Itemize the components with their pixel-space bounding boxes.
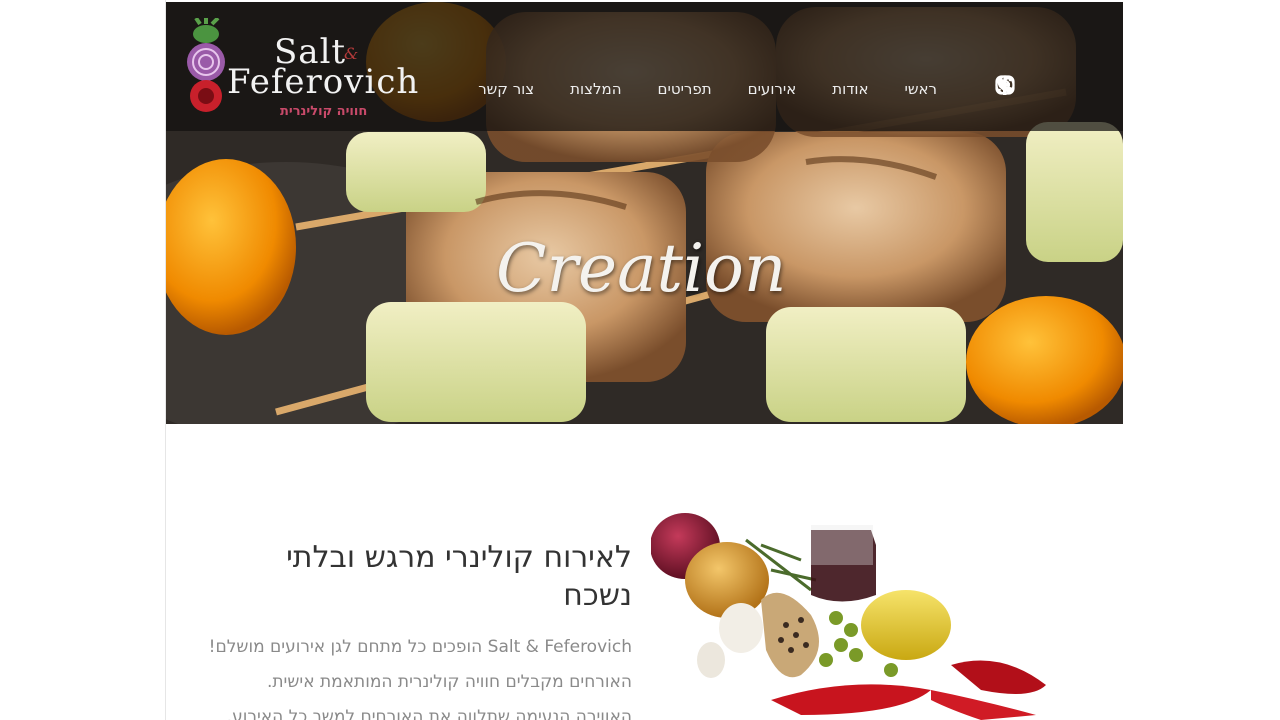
hero-banner: Creation Salt & Feferovich חוויה קולינרי… (166, 2, 1123, 424)
onion-icon (187, 18, 225, 112)
nav-item-home[interactable]: ראשי (905, 80, 937, 104)
nav-item-events[interactable]: אירועים (748, 80, 797, 104)
intro-text: Salt & Feferovich הופכים כל מתחם לגן איר… (178, 630, 632, 720)
whatsapp-icon[interactable] (995, 75, 1109, 98)
hero-title: Creation (496, 230, 787, 307)
main-nav: ראשי אודות אירועים תפריטים המלצות צור קש… (478, 80, 937, 104)
nav-item-contact[interactable]: צור קשר (478, 80, 534, 104)
intro-paragraph: האורחים מקבלים חוויה קולינרית המותאמת אי… (266, 672, 632, 692)
header-bar: Salt & Feferovich חוויה קולינרית ראשי או… (166, 2, 1123, 131)
social-links (994, 74, 1109, 100)
logo-text-amp: & (344, 44, 359, 63)
instagram-icon[interactable] (995, 75, 1047, 98)
nav-item-recommendations[interactable]: המלצות (570, 80, 621, 104)
intro-heading: לאירוח קולינרי מרגש ובלתי נשכח (286, 539, 632, 613)
logo[interactable]: Salt & Feferovich חוויה קולינרית (182, 18, 418, 119)
intro-paragraph: Salt & Feferovich הופכים כל מתחם לגן איר… (208, 637, 632, 657)
logo-subtitle: חוויה קולינרית (280, 104, 368, 119)
page: Creation Salt & Feferovich חוויה קולינרי… (165, 0, 1123, 720)
facebook-icon[interactable] (994, 76, 1016, 98)
nav-item-menus[interactable]: תפריטים (658, 80, 712, 104)
ingredients-image (650, 500, 1071, 720)
phone-icon[interactable] (997, 76, 1078, 98)
logo-text-feferovich: Feferovich (227, 62, 420, 102)
intro-paragraph: האווירה הנעימה שתלווה את האורחים למשך כל… (226, 707, 632, 720)
nav-item-about[interactable]: אודות (832, 80, 868, 104)
